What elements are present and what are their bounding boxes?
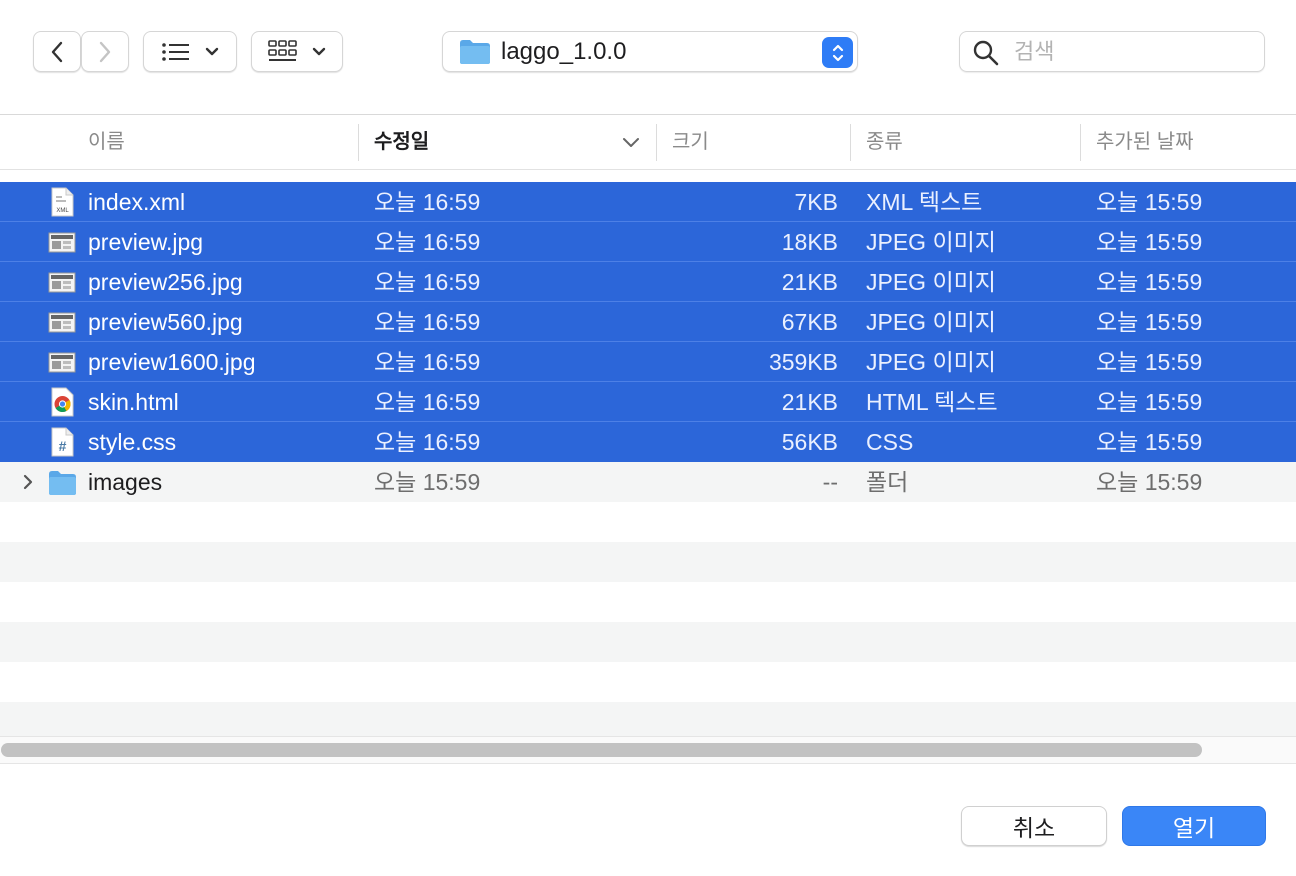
file-row[interactable]: skin.html 오늘 16:59 21KB HTML 텍스트 오늘 15:5…: [0, 381, 1296, 422]
file-modified: 오늘 15:59: [374, 469, 481, 495]
column-divider[interactable]: [656, 124, 657, 161]
chevron-up-down-icon: [832, 44, 843, 61]
location-popup[interactable]: laggo_1.0.0: [442, 31, 858, 72]
forward-button[interactable]: [81, 31, 129, 72]
file-name: skin.html: [88, 389, 179, 415]
file-row[interactable]: # style.css 오늘 16:59 56KB CSS 오늘 15:59: [0, 421, 1296, 462]
file-name: style.css: [88, 429, 177, 455]
empty-row: [0, 662, 1296, 702]
file-kind: CSS: [866, 429, 914, 455]
file-size: 359KB: [768, 349, 838, 375]
empty-row: [0, 542, 1296, 582]
back-button[interactable]: [33, 31, 81, 72]
horizontal-scrollbar[interactable]: [0, 736, 1296, 764]
file-size: --: [822, 469, 838, 495]
file-added: 오늘 15:59: [1096, 309, 1203, 335]
file-name: index.xml: [88, 189, 186, 215]
empty-row: [0, 582, 1296, 622]
open-button[interactable]: 열기: [1122, 806, 1266, 846]
chevron-down-icon: [312, 47, 326, 55]
empty-row: [0, 622, 1296, 662]
file-row[interactable]: preview1600.jpg 오늘 16:59 359KB JPEG 이미지 …: [0, 341, 1296, 382]
column-divider[interactable]: [1080, 124, 1081, 161]
image-file-icon: [48, 272, 76, 293]
file-added: 오늘 15:59: [1096, 349, 1203, 375]
search-input[interactable]: [1012, 35, 1256, 69]
file-name: preview1600.jpg: [88, 349, 256, 375]
file-modified: 오늘 16:59: [374, 349, 481, 375]
svg-text:XML: XML: [56, 208, 69, 214]
chevron-right-icon: [99, 41, 111, 62]
list-view-button[interactable]: [143, 31, 237, 72]
sort-descending-icon: [623, 138, 639, 147]
file-added: 오늘 15:59: [1096, 269, 1203, 295]
file-size: 7KB: [794, 189, 838, 215]
file-row[interactable]: XML index.xml 오늘 16:59 7KB XML 텍스트 오늘 15…: [0, 182, 1296, 222]
group-view-button[interactable]: [251, 31, 343, 72]
folder-icon: [49, 471, 76, 495]
file-name: preview.jpg: [88, 229, 204, 255]
file-row[interactable]: preview256.jpg 오늘 16:59 21KB JPEG 이미지 오늘…: [0, 261, 1296, 302]
file-modified: 오늘 16:59: [374, 269, 481, 295]
file-added: 오늘 15:59: [1096, 389, 1203, 415]
svg-text:#: #: [59, 438, 67, 454]
css-file-icon: #: [51, 427, 74, 457]
folder-row[interactable]: images 오늘 15:59 -- 폴더 오늘 15:59: [0, 462, 1296, 502]
chevron-left-icon: [51, 41, 63, 62]
column-size[interactable]: 크기: [672, 115, 709, 169]
file-added: 오늘 15:59: [1096, 189, 1203, 215]
image-file-icon: [48, 352, 76, 373]
file-size: 21KB: [781, 389, 838, 415]
cancel-button[interactable]: 취소: [961, 806, 1107, 846]
toolbar: laggo_1.0.0: [0, 0, 1296, 114]
file-kind: JPEG 이미지: [866, 349, 996, 375]
location-label: laggo_1.0.0: [501, 37, 627, 65]
chevron-down-icon: [205, 47, 219, 55]
file-modified: 오늘 16:59: [374, 189, 481, 215]
column-header: 이름 수정일 크기 종류 추가된 날짜: [0, 114, 1296, 170]
file-modified: 오늘 16:59: [374, 429, 481, 455]
file-added: 오늘 15:59: [1096, 229, 1203, 255]
file-row[interactable]: preview560.jpg 오늘 16:59 67KB JPEG 이미지 오늘…: [0, 301, 1296, 342]
disclosure-triangle-icon[interactable]: [22, 473, 34, 491]
column-kind[interactable]: 종류: [866, 115, 903, 169]
file-name: preview256.jpg: [88, 269, 243, 295]
column-name[interactable]: 이름: [88, 115, 125, 169]
file-modified: 오늘 16:59: [374, 229, 481, 255]
file-size: 21KB: [781, 269, 838, 295]
file-kind: JPEG 이미지: [866, 269, 996, 295]
file-name: images: [88, 469, 163, 495]
empty-row: [0, 702, 1296, 736]
location-stepper[interactable]: [822, 37, 853, 68]
file-kind: JPEG 이미지: [866, 309, 996, 335]
file-size: 67KB: [781, 309, 838, 335]
file-kind: 폴더: [866, 469, 909, 495]
column-divider[interactable]: [358, 124, 359, 161]
list-view-icon: [162, 42, 189, 61]
file-size: 56KB: [781, 429, 838, 455]
search-field[interactable]: [959, 31, 1265, 72]
file-added: 오늘 15:59: [1096, 429, 1203, 455]
grid-view-icon: [268, 39, 297, 61]
scrollbar-thumb[interactable]: [1, 743, 1202, 757]
folder-icon: [460, 39, 490, 64]
column-added[interactable]: 추가된 날짜: [1096, 115, 1194, 169]
file-modified: 오늘 16:59: [374, 309, 481, 335]
file-row[interactable]: preview.jpg 오늘 16:59 18KB JPEG 이미지 오늘 15…: [0, 221, 1296, 262]
column-modified[interactable]: 수정일: [374, 115, 429, 169]
file-kind: JPEG 이미지: [866, 229, 996, 255]
search-icon: [973, 40, 999, 66]
file-size: 18KB: [781, 229, 838, 255]
column-divider[interactable]: [850, 124, 851, 161]
empty-row: [0, 502, 1296, 542]
file-name: preview560.jpg: [88, 309, 243, 335]
image-file-icon: [48, 312, 76, 333]
file-kind: HTML 텍스트: [866, 389, 998, 415]
file-modified: 오늘 16:59: [374, 389, 481, 415]
xml-file-icon: XML: [51, 187, 74, 217]
file-added: 오늘 15:59: [1096, 469, 1203, 495]
file-kind: XML 텍스트: [866, 189, 983, 215]
image-file-icon: [48, 232, 76, 253]
chrome-html-file-icon: [51, 387, 74, 417]
